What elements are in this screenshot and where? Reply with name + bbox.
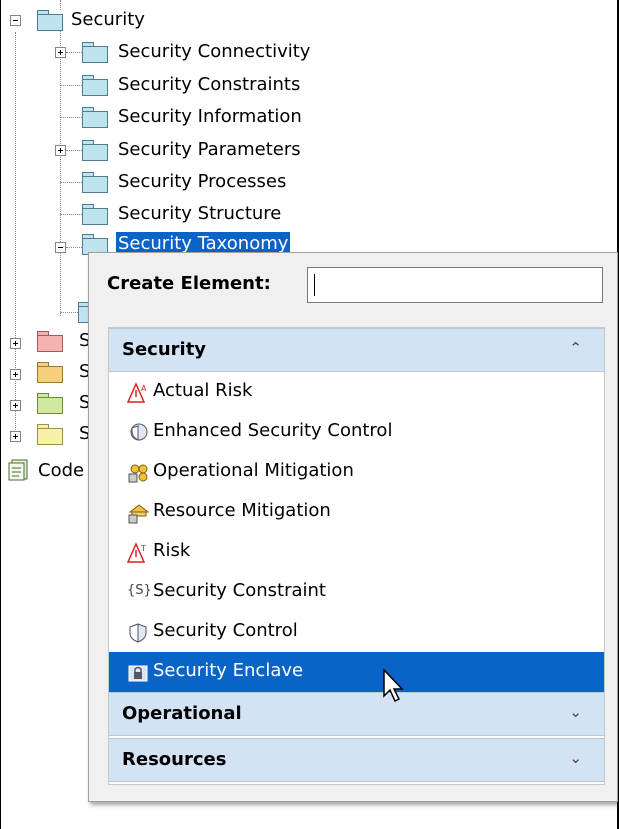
list-item-label: Enhanced Security Control [153,420,393,441]
text-caret [314,274,315,296]
security-control-icon [129,623,147,643]
package-folder-icon [82,75,108,96]
tree-node-security-connectivity[interactable]: Security Connectivity [118,40,310,64]
tree-node-security-structure[interactable]: Security Structure [118,202,281,226]
package-folder-icon [37,424,63,445]
group-header-label: Resources [122,749,227,770]
tree-node-security[interactable]: Security [71,8,145,32]
create-element-popup: Create Element: Security ⌃ A Actual Risk… [88,252,618,802]
resource-mitigation-icon [128,504,149,524]
tree-node-security-information[interactable]: Security Information [118,105,302,129]
risk-icon: T [127,542,146,563]
list-item-label: Actual Risk [153,380,253,401]
tree-connector [60,85,82,86]
group-header-security[interactable]: Security ⌃ [109,328,604,372]
list-item-label: Operational Mitigation [153,460,354,481]
list-item-label: Risk [153,540,191,561]
package-folder-icon [37,393,63,414]
tree-node-security-parameters[interactable]: Security Parameters [118,138,301,162]
code-document-icon [8,459,28,481]
package-folder-icon [82,140,108,161]
security-constraint-icon: {S} [127,583,152,598]
list-item-security-control[interactable]: Security Control [109,612,604,652]
collapse-toggle[interactable] [10,15,21,26]
tree-node-security-processes[interactable]: Security Processes [118,170,286,194]
svg-text:T: T [140,544,146,553]
tree-connector [66,247,82,248]
tree-guide-line [60,30,61,316]
tree-node-security-constraints[interactable]: Security Constraints [118,73,300,97]
element-type-list: Security ⌃ A Actual Risk Enhanced Securi… [108,327,605,785]
expand-toggle[interactable] [55,47,66,58]
enhanced-security-control-icon [130,423,148,441]
expand-toggle[interactable] [55,145,66,156]
operational-mitigation-icon [128,464,148,483]
package-folder-icon [82,172,108,193]
package-folder-icon [37,10,63,31]
group-header-operational[interactable]: Operational ⌄ [109,692,604,736]
tree-connector [60,117,82,118]
package-folder-icon [37,362,63,383]
expand-down-icon[interactable]: ⌄ [569,749,582,767]
tree-guide-line [60,0,61,10]
list-item-security-constraint[interactable]: {S} Security Constraint [109,572,604,612]
list-item-label: Security Control [153,620,298,641]
list-item-label: Security Enclave [153,660,304,681]
package-folder-icon [82,42,108,63]
tree-connector [66,52,82,53]
collapse-toggle[interactable] [55,242,66,253]
list-item-enhanced-security-control[interactable]: Enhanced Security Control [109,412,604,452]
create-element-label: Create Element: [107,273,271,294]
expand-toggle[interactable] [10,369,21,380]
mouse-pointer-icon [383,668,404,703]
expand-down-icon[interactable]: ⌄ [569,703,582,721]
group-header-label: Operational [122,703,242,724]
group-header-label: Security [122,339,207,360]
package-folder-icon [37,331,63,352]
expand-toggle[interactable] [10,338,21,349]
package-folder-icon [82,204,108,225]
tree-connector [60,182,82,183]
group-header-resources[interactable]: Resources ⌄ [109,738,604,782]
tree-node-code[interactable]: Code [38,459,84,483]
list-item-operational-mitigation[interactable]: Operational Mitigation [109,452,604,492]
list-item-label: Resource Mitigation [153,500,331,521]
expand-toggle[interactable] [10,431,21,442]
list-item-risk[interactable]: T Risk [109,532,604,572]
tree-guide-line [15,32,16,442]
package-folder-icon [82,234,108,255]
create-element-search-input[interactable] [307,267,603,303]
svg-text:A: A [141,384,147,393]
package-folder-icon [82,107,108,128]
tree-connector [66,150,82,151]
list-item-security-enclave[interactable]: Security Enclave [109,652,604,692]
collapse-up-icon[interactable]: ⌃ [569,339,582,357]
list-item-resource-mitigation[interactable]: Resource Mitigation [109,492,604,532]
list-item-label: Security Constraint [153,580,326,601]
expand-toggle[interactable] [10,400,21,411]
list-item-actual-risk[interactable]: A Actual Risk [109,372,604,412]
actual-risk-icon: A [127,382,147,403]
tree-connector [60,214,82,215]
security-enclave-icon [128,665,148,682]
